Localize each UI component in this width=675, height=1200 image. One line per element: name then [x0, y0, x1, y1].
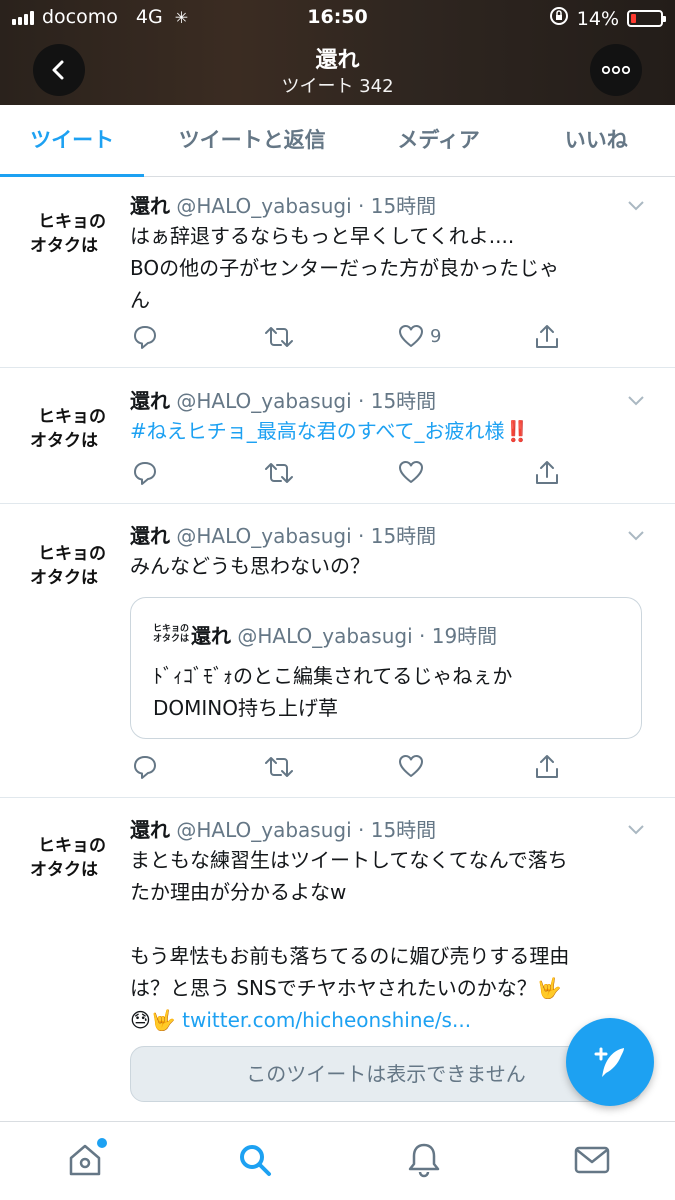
- mail-icon: [574, 1146, 610, 1174]
- author-handle-time: @HALO_yabasugi · 15時間: [170, 194, 437, 218]
- tweet-header: 還れ @HALO_yabasugi · 15時間: [130, 520, 436, 549]
- reply-button[interactable]: [132, 324, 158, 350]
- retweet-icon: [265, 327, 293, 347]
- tweet-text: みんなどうも思わないの？: [130, 554, 370, 578]
- reply-icon: [134, 462, 156, 485]
- like-button[interactable]: 9: [398, 324, 441, 348]
- author-handle-time: @HALO_yabasugi · 15時間: [170, 389, 437, 413]
- quote-author-name: 還れ: [191, 624, 231, 648]
- share-button[interactable]: [534, 460, 560, 486]
- avatar[interactable]: ヒキョの オタクは: [30, 405, 120, 465]
- double-exclamation-emoji: ‼️: [504, 419, 530, 443]
- search-icon: [240, 1145, 271, 1176]
- reply-icon: [134, 326, 156, 349]
- retweet-icon: [265, 757, 293, 777]
- bottom-tab-bar: [0, 1121, 675, 1200]
- tweet-actions: [130, 754, 570, 784]
- page-title: 還れ: [315, 48, 360, 73]
- retweet-button[interactable]: [264, 324, 294, 350]
- share-icon: [536, 325, 558, 348]
- share-icon: [536, 461, 558, 484]
- reply-button[interactable]: [132, 754, 158, 780]
- nav-home[interactable]: [65, 1138, 107, 1180]
- compose-tweet-button[interactable]: [566, 1018, 654, 1106]
- tab-likes[interactable]: いいね: [517, 105, 675, 176]
- tab-tweets[interactable]: ツイート: [0, 105, 145, 177]
- retweet-button[interactable]: [264, 754, 294, 780]
- tweet-text: はぁ辞退するならもっと早くしてくれよ.... BOの他の子がセンターだった方が良…: [130, 224, 560, 312]
- tweet[interactable]: ヒキョの オタクは 還れ @HALO_yabasugi · 15時間 #ねえヒチ…: [0, 368, 675, 504]
- chevron-down-icon[interactable]: [627, 196, 645, 214]
- tab-media[interactable]: メディア: [360, 105, 518, 176]
- tweet[interactable]: ヒキョの オタクは 還れ @HALO_yabasugi · 15時間 はぁ辞退す…: [0, 178, 675, 368]
- profile-tabs: ツイート ツイートと返信 メディア いいね: [0, 105, 675, 177]
- compose-quill-icon: [594, 1047, 624, 1077]
- heart-icon: [399, 755, 423, 777]
- retweet-icon: [265, 463, 293, 483]
- tweet-count: ツイート 342: [281, 76, 394, 97]
- battery-icon: [627, 10, 666, 27]
- avatar[interactable]: ヒキョの オタクは: [30, 210, 120, 270]
- reply-icon: [134, 756, 156, 779]
- like-button[interactable]: [398, 460, 424, 484]
- tweet-text: まともな練習生はツイートしてなくてなんで落ち たか理由が分かるよなw もう卑怯も…: [130, 848, 570, 1032]
- unavailable-tweet-notice: このツイートは表示できません: [130, 1046, 642, 1102]
- retweet-button[interactable]: [264, 460, 294, 486]
- tweet-header: 還れ @HALO_yabasugi · 15時間: [130, 190, 436, 219]
- more-icon: [602, 66, 630, 74]
- status-bar: docomo 4G ✳ 16:50 14%: [0, 6, 675, 30]
- nav-search[interactable]: [235, 1140, 275, 1180]
- quote-header: 還れ @HALO_yabasugi · 19時間: [191, 620, 497, 649]
- quoted-tweet[interactable]: ヒキョの オタクは 還れ @HALO_yabasugi · 19時間 ﾄﾞｨｺﾞ…: [130, 597, 642, 739]
- nav-messages[interactable]: [572, 1140, 612, 1180]
- share-button[interactable]: [534, 324, 560, 350]
- profile-header: docomo 4G ✳ 16:50 14% 還れ ツイート 342: [0, 0, 675, 105]
- battery-percent: 14%: [576, 7, 619, 30]
- quote-avatar: ヒキョの オタクは: [153, 624, 190, 644]
- author-name[interactable]: 還れ: [130, 524, 170, 548]
- chevron-down-icon[interactable]: [627, 391, 645, 409]
- share-button[interactable]: [534, 754, 560, 780]
- tweet-link[interactable]: twitter.com/hicheonshine/s...: [182, 1008, 471, 1032]
- tweet-text: #ねえヒチョ_最高な君のすべて_お疲れ様‼️: [130, 415, 647, 447]
- tweet-actions: 9: [130, 324, 570, 354]
- author-name[interactable]: 還れ: [130, 194, 170, 218]
- home-icon: [69, 1144, 101, 1176]
- reply-button[interactable]: [132, 460, 158, 486]
- heart-icon: [399, 461, 423, 483]
- chevron-down-icon[interactable]: [627, 820, 645, 838]
- rotation-lock-icon: [549, 6, 569, 31]
- author-name[interactable]: 還れ: [130, 818, 170, 842]
- avatar[interactable]: ヒキョの オタクは: [30, 834, 120, 894]
- more-button[interactable]: [590, 44, 642, 96]
- chevron-down-icon[interactable]: [627, 526, 645, 544]
- heart-icon: [399, 325, 423, 347]
- like-button[interactable]: [398, 754, 424, 778]
- tweet-actions: [130, 460, 570, 490]
- quote-handle-time: @HALO_yabasugi · 19時間: [231, 624, 498, 648]
- emoji: 😓🤟: [130, 1008, 176, 1032]
- nav-notifications[interactable]: [404, 1140, 444, 1180]
- like-count: 9: [430, 325, 442, 347]
- notification-dot: [97, 1138, 107, 1148]
- tweet-header: 還れ @HALO_yabasugi · 15時間: [130, 385, 436, 414]
- author-name[interactable]: 還れ: [130, 389, 170, 413]
- hashtag-link[interactable]: #ねえヒチョ_最高な君のすべて_お疲れ様: [130, 419, 505, 443]
- avatar[interactable]: ヒキョの オタクは: [30, 542, 120, 602]
- tab-tweets-replies[interactable]: ツイートと返信: [144, 105, 360, 176]
- tweet-header: 還れ @HALO_yabasugi · 15時間: [130, 814, 436, 843]
- bell-icon: [408, 1143, 440, 1178]
- tweet[interactable]: ヒキョの オタクは 還れ @HALO_yabasugi · 15時間 みんなどう…: [0, 504, 675, 798]
- author-handle-time: @HALO_yabasugi · 15時間: [170, 524, 437, 548]
- share-icon: [536, 755, 558, 778]
- author-handle-time: @HALO_yabasugi · 15時間: [170, 818, 437, 842]
- quote-text: ﾄﾞｨｺﾞﾓﾞｫのとこ編集されてるじゃねぇか DOMINO持ち上げ草: [153, 664, 513, 720]
